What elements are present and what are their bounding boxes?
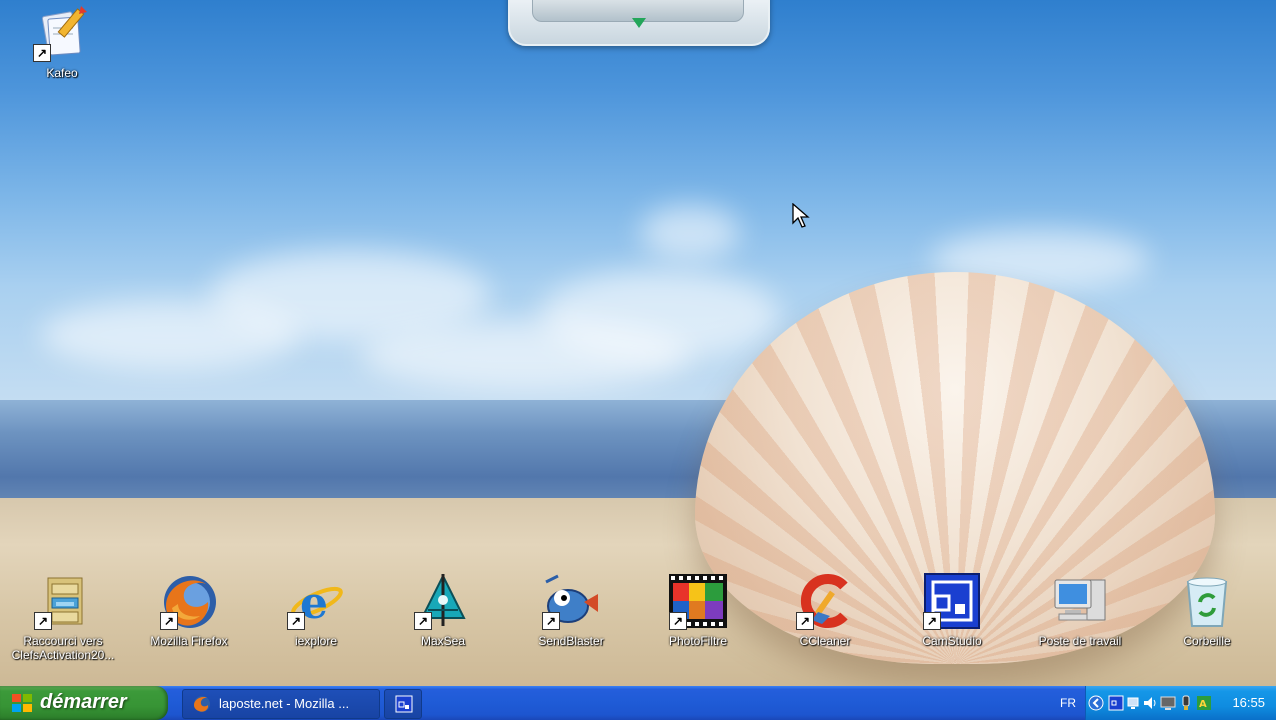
taskbar-button-firefox[interactable]: laposte.net - Mozilla ... xyxy=(182,689,380,719)
desktop-icon-kafeo[interactable]: ↗ Kafeo xyxy=(0,4,125,80)
desktop-icon-label: CCleaner xyxy=(799,634,851,648)
wallpaper-cloud xyxy=(40,300,300,370)
shortcut-arrow-icon: ↗ xyxy=(923,612,941,630)
internet-explorer-icon: e ↗ xyxy=(287,572,345,630)
antivirus-icon[interactable]: A xyxy=(1196,695,1212,711)
firefox-icon xyxy=(194,696,210,712)
usb-device-icon[interactable] xyxy=(1178,695,1194,711)
filing-cabinet-icon: ↗ xyxy=(34,572,92,630)
network-icon[interactable] xyxy=(1126,695,1142,711)
camstudio-tray-icon[interactable] xyxy=(1108,695,1124,711)
display-icon[interactable] xyxy=(1160,695,1176,711)
desktop-icon-my-computer[interactable]: Poste de travail xyxy=(1017,572,1143,648)
desktop-icon-label: PhotoFiltre xyxy=(668,634,728,648)
language-indicator[interactable]: FR xyxy=(1060,696,1076,710)
desktop-icon-ccleaner[interactable]: ↗ CCleaner xyxy=(762,572,888,648)
desktop-icon-label: Raccourci vers ClefsActivation20... xyxy=(11,634,115,662)
shortcut-arrow-icon: ↗ xyxy=(796,612,814,630)
shortcut-arrow-icon: ↗ xyxy=(160,612,178,630)
computer-icon xyxy=(1051,572,1109,630)
desktop-icon-label: Mozilla Firefox xyxy=(150,634,228,648)
shortcut-arrow-icon: ↗ xyxy=(542,612,560,630)
sendblaster-icon: ↗ xyxy=(542,572,600,630)
shortcut-arrow-icon: ↗ xyxy=(669,612,687,630)
recycle-bin-icon xyxy=(1178,572,1236,630)
desktop-icon-firefox[interactable]: ↗ Mozilla Firefox xyxy=(126,572,252,648)
start-button-label: démarrer xyxy=(40,691,127,713)
desktop-icon-maxsea[interactable]: ↗ MaxSea xyxy=(380,572,506,648)
top-dock-widget[interactable] xyxy=(508,0,770,46)
desktop-icon-label: Kafeo xyxy=(46,66,78,80)
shortcut-arrow-icon: ↗ xyxy=(33,44,51,62)
desktop-icon-recycle-bin[interactable]: Corbeille xyxy=(1144,572,1270,648)
wallpaper-cloud xyxy=(640,205,740,260)
dock-expand-arrow-icon[interactable] xyxy=(632,18,646,28)
show-hidden-icons-chevron-icon[interactable] xyxy=(1088,695,1104,711)
windows-logo-icon xyxy=(12,694,32,712)
desktop-icon-label: Poste de travail xyxy=(1038,634,1122,648)
taskbar-clock[interactable]: 16:55 xyxy=(1232,695,1265,710)
desktop-icon-sendblaster[interactable]: ↗ SendBlaster xyxy=(508,572,634,648)
svg-text:A: A xyxy=(1199,699,1207,710)
kafeo-icon: ↗ xyxy=(33,4,91,62)
taskbar-button-camstudio[interactable] xyxy=(384,689,422,719)
desktop-icon-photofiltre[interactable]: ↗ PhotoFiltre xyxy=(635,572,761,648)
shortcut-arrow-icon: ↗ xyxy=(287,612,305,630)
photofiltre-icon: ↗ xyxy=(669,572,727,630)
start-button[interactable]: démarrer xyxy=(0,686,168,720)
wallpaper-cloud xyxy=(360,320,690,390)
desktop-icon-label: Corbeille xyxy=(1183,634,1231,648)
firefox-icon: ↗ xyxy=(160,572,218,630)
desktop-icon-clefs-activation[interactable]: ↗ Raccourci vers ClefsActivation20... xyxy=(0,572,126,662)
desktop-icon-camstudio[interactable]: ↗ CamStudio xyxy=(889,572,1015,648)
camstudio-icon: ↗ xyxy=(923,572,981,630)
taskbar: démarrer laposte.net - Mozilla ... FR A … xyxy=(0,686,1276,720)
desktop-icon-label: CamStudio xyxy=(922,634,982,648)
mouse-cursor-icon xyxy=(792,203,810,228)
desktop-icon-label: SendBlaster xyxy=(538,634,604,648)
volume-icon[interactable] xyxy=(1142,695,1158,711)
desktop-icon-label: iexplore xyxy=(294,634,338,648)
camstudio-icon xyxy=(395,695,413,713)
maxsea-icon: ↗ xyxy=(414,572,472,630)
shortcut-arrow-icon: ↗ xyxy=(34,612,52,630)
ccleaner-icon: ↗ xyxy=(796,572,854,630)
desktop-icon-label: MaxSea xyxy=(420,634,466,648)
taskbar-button-label: laposte.net - Mozilla ... xyxy=(219,696,350,711)
system-tray: A 16:55 xyxy=(1085,686,1276,720)
shortcut-arrow-icon: ↗ xyxy=(414,612,432,630)
desktop-icon-iexplore[interactable]: e ↗ iexplore xyxy=(253,572,379,648)
